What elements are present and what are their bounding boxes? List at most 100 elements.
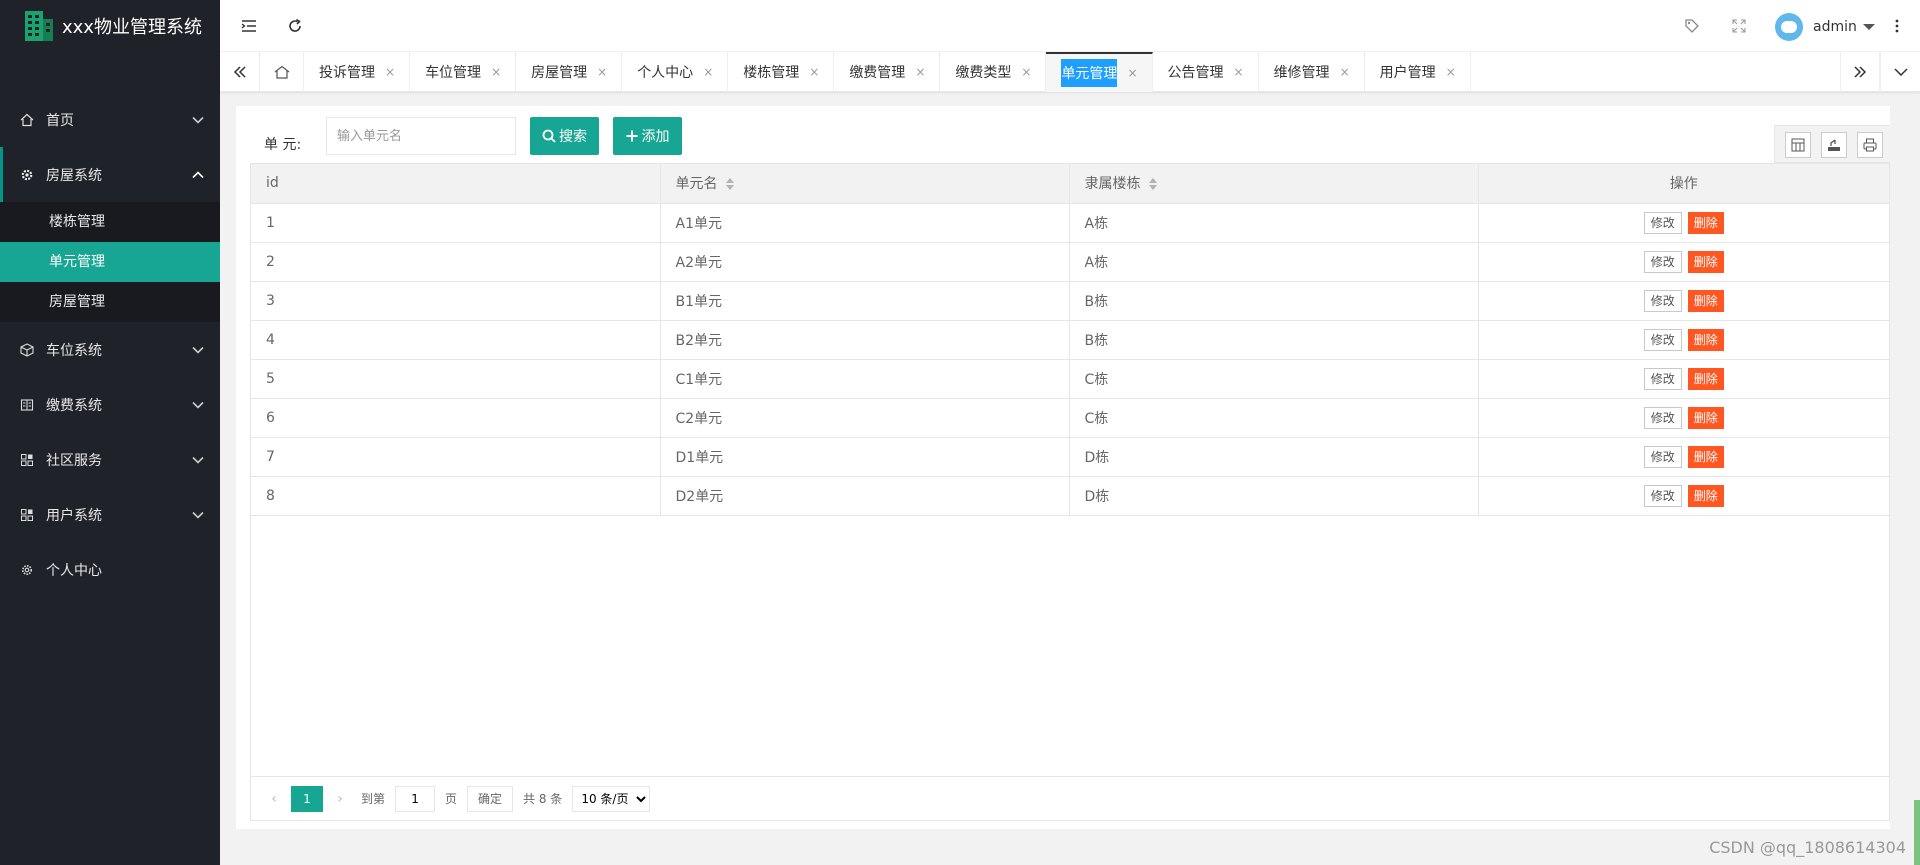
delete-button[interactable]: 删除 — [1687, 484, 1724, 507]
delete-button[interactable]: 删除 — [1687, 211, 1724, 234]
cell-unit-name: A1单元 — [660, 203, 1070, 243]
column-header-unit-name[interactable]: 单元名 — [660, 164, 1070, 204]
close-icon[interactable]: × — [703, 65, 713, 79]
goto-label: 到第 — [361, 792, 386, 806]
sort-icon[interactable] — [1148, 178, 1157, 191]
table-row: 3 B1单元 B栋 修改 删除 — [251, 281, 1889, 321]
home-icon — [20, 113, 34, 127]
delete-button[interactable]: 删除 — [1687, 289, 1724, 312]
close-icon[interactable]: × — [1021, 65, 1031, 79]
close-icon[interactable]: × — [1127, 66, 1137, 80]
sidebar-item-house-management[interactable]: 房屋管理 — [0, 282, 220, 322]
tab-payment[interactable]: 缴费管理 × — [834, 52, 941, 92]
tag-icon[interactable] — [1682, 16, 1702, 36]
fullscreen-icon[interactable] — [1729, 16, 1749, 36]
sort-icon[interactable] — [725, 178, 734, 191]
collapse-menu-icon[interactable] — [239, 16, 259, 36]
table-tools — [1774, 125, 1890, 163]
watermark: CSDN @qq_1808614304 — [1709, 838, 1906, 857]
search-button-label: 搜索 — [559, 129, 587, 145]
edit-button[interactable]: 修改 — [1643, 406, 1682, 429]
columns-filter-icon[interactable] — [1785, 132, 1811, 158]
tab-list: 投诉管理 × 车位管理 × 房屋管理 × 个人中心 × 楼栋管理 × 缴费管理 × 缴费类型… — [304, 52, 1471, 92]
edit-button[interactable]: 修改 — [1643, 250, 1682, 273]
tab-unit[interactable]: 单元管理 × — [1046, 52, 1153, 92]
tabs-scroll-right-icon[interactable] — [1840, 52, 1880, 92]
sidebar-item-label: 房屋系统 — [46, 167, 102, 184]
add-button-label: 添加 — [641, 129, 670, 145]
close-icon[interactable]: × — [1234, 65, 1244, 79]
app-logo[interactable]: xxx物业管理系统 — [0, 0, 220, 52]
sidebar-item-community[interactable]: 社区服务 — [0, 432, 220, 487]
add-button[interactable]: 添加 — [613, 117, 682, 155]
tab-building[interactable]: 楼栋管理 × — [728, 52, 835, 92]
sidebar-item-profile[interactable]: 个人中心 — [0, 542, 220, 597]
tab-label: 公告管理 — [1167, 65, 1224, 81]
tab-repair[interactable]: 维修管理 × — [1259, 52, 1365, 92]
close-icon[interactable]: × — [809, 65, 819, 79]
sidebar-item-parking[interactable]: 车位系统 — [0, 322, 220, 377]
tab-profile[interactable]: 个人中心 × — [622, 52, 729, 92]
tab-notice[interactable]: 公告管理 × — [1153, 52, 1259, 92]
goto-confirm-button[interactable]: 确定 — [467, 785, 514, 812]
edit-button[interactable]: 修改 — [1643, 211, 1682, 234]
page-size-select[interactable]: 10 条/页 — [572, 785, 651, 812]
close-icon[interactable]: × — [915, 65, 925, 79]
cube-icon — [20, 342, 34, 357]
delete-button[interactable]: 删除 — [1687, 328, 1724, 351]
more-vertical-icon[interactable] — [1887, 16, 1907, 36]
chevron-down-icon — [192, 452, 204, 468]
tab-label: 投诉管理 — [319, 65, 375, 81]
delete-button[interactable]: 删除 — [1687, 445, 1724, 468]
tab-user[interactable]: 用户管理 × — [1365, 52, 1471, 92]
delete-button[interactable]: 删除 — [1687, 250, 1724, 273]
export-icon[interactable] — [1821, 132, 1847, 158]
tabs-scroll-left-icon[interactable] — [220, 52, 260, 92]
current-page-button[interactable]: 1 — [291, 785, 323, 812]
column-header-actions: 操作 — [1478, 164, 1889, 204]
tab-house[interactable]: 房屋管理 × — [516, 52, 623, 92]
delete-button[interactable]: 删除 — [1687, 406, 1724, 429]
edit-button[interactable]: 修改 — [1643, 289, 1682, 312]
tab-complaint[interactable]: 投诉管理 × — [304, 52, 411, 92]
sidebar-item-users[interactable]: 用户系统 — [0, 487, 220, 542]
tab-label: 楼栋管理 — [743, 65, 800, 81]
column-header-building[interactable]: 隶属楼栋 — [1069, 164, 1479, 204]
unit-search-input[interactable] — [326, 117, 516, 155]
prev-page-icon[interactable]: ‹ — [263, 791, 285, 807]
close-icon[interactable]: × — [597, 65, 607, 79]
sidebar-item-home[interactable]: 首页 — [0, 92, 220, 147]
close-icon[interactable]: × — [385, 65, 395, 79]
table-row: 5 C1单元 C栋 修改 删除 — [251, 359, 1889, 399]
next-page-icon[interactable]: › — [329, 791, 351, 807]
tab-parking[interactable]: 车位管理 × — [410, 52, 517, 92]
sidebar-item-payment[interactable]: 缴费系统 — [0, 377, 220, 432]
cell-id: 8 — [251, 476, 661, 516]
cell-id: 5 — [251, 359, 661, 399]
sidebar-submenu-housing: 楼栋管理 单元管理 房屋管理 — [0, 202, 220, 322]
scrollbar[interactable] — [1914, 800, 1920, 865]
sidebar: xxx物业管理系统 首页 房屋系统 楼栋管理 单元管理 房屋管理 车位系统 缴费… — [0, 0, 220, 865]
column-header-label: id — [266, 175, 279, 192]
tab-label: 房屋管理 — [531, 65, 588, 81]
user-menu[interactable]: admin — [1775, 13, 1875, 41]
edit-button[interactable]: 修改 — [1643, 328, 1682, 351]
close-icon[interactable]: × — [1340, 65, 1350, 79]
chevron-down-icon — [192, 397, 204, 413]
delete-button[interactable]: 删除 — [1687, 367, 1724, 390]
sidebar-item-building-management[interactable]: 楼栋管理 — [0, 202, 220, 242]
close-icon[interactable]: × — [1446, 65, 1456, 79]
refresh-icon[interactable] — [285, 16, 305, 36]
edit-button[interactable]: 修改 — [1643, 367, 1682, 390]
print-icon[interactable] — [1857, 132, 1883, 158]
search-button[interactable]: 搜索 — [530, 117, 599, 155]
tab-payment-type[interactable]: 缴费类型 × — [940, 52, 1047, 92]
sidebar-item-housing[interactable]: 房屋系统 — [0, 147, 220, 202]
close-icon[interactable]: × — [491, 65, 501, 79]
sidebar-item-unit-management[interactable]: 单元管理 — [0, 242, 220, 282]
tabs-menu-chevron-down-icon[interactable] — [1880, 52, 1920, 92]
edit-button[interactable]: 修改 — [1643, 445, 1682, 468]
tab-home[interactable] — [260, 52, 304, 92]
goto-page-input[interactable] — [395, 785, 436, 812]
edit-button[interactable]: 修改 — [1643, 484, 1682, 507]
